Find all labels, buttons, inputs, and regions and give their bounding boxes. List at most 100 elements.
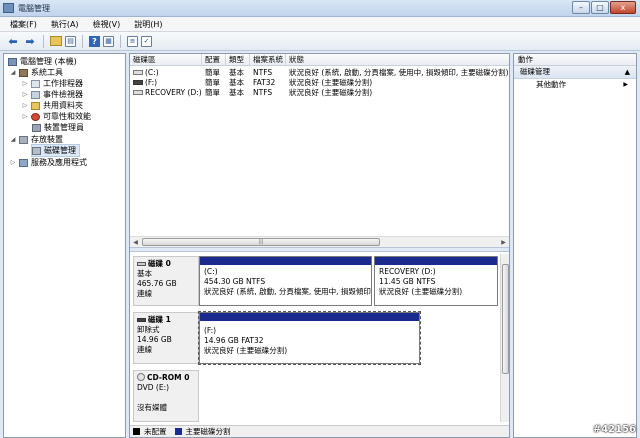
show-action-pane-icon[interactable]: ✓ [141, 35, 152, 47]
disk-0-label[interactable]: 磁碟 0 基本 465.76 GB 連線 [133, 256, 199, 306]
window-controls: – □ x [572, 1, 636, 14]
export-list-icon[interactable]: ≡ [127, 35, 138, 47]
unallocated-swatch [133, 428, 140, 435]
more-actions-label: 其他動作 [536, 80, 566, 89]
expand-arrow-icon[interactable]: ▷ [22, 102, 28, 109]
tree-item-root[interactable]: 電腦管理 (本機) [8, 56, 77, 67]
tree-item-label: 電腦管理 (本機) [20, 57, 77, 66]
maximize-button[interactable]: □ [591, 1, 609, 14]
partition-label: (C:) [204, 267, 218, 276]
volume-name: (C:) [130, 68, 202, 78]
actions-section-disk-management[interactable]: 磁碟管理 ▲ [514, 66, 636, 79]
volume-status: 狀況良好 (主要磁碟分割) [289, 78, 373, 87]
partition-f[interactable]: (F:) 14.96 GB FAT32 狀況良好 (主要磁碟分割) [198, 311, 421, 365]
hard-disk-icon [137, 262, 146, 266]
disk-management-pane: 磁碟區 配置 類型 檔案系統 狀態 (C:) 簡單 基本 NTFS 狀況良好 (… [129, 53, 510, 438]
scroll-right-icon[interactable]: ▶ [499, 238, 508, 247]
table-row[interactable]: (F:) 簡單 基本 FAT32 狀況良好 (主要磁碟分割) [130, 78, 509, 88]
tree-item-reliability[interactable]: ▷ 可靠性和效能 [22, 111, 91, 122]
column-header-layout[interactable]: 配置 [202, 54, 226, 65]
back-arrow-icon[interactable]: ⬅ [6, 34, 20, 48]
disk-1-label[interactable]: 磁碟 1 卸除式 14.96 GB 連線 [133, 312, 199, 364]
cdrom-0-label[interactable]: CD-ROM 0 DVD (E:) 沒有媒體 [133, 370, 199, 422]
menu-help[interactable]: 說明(H) [134, 19, 162, 30]
disk-size [137, 393, 195, 403]
volume-type: 基本 [229, 88, 244, 97]
storage-icon [19, 135, 28, 144]
show-hide-tree-icon[interactable]: ▤ [65, 35, 76, 47]
scrollbar-thumb[interactable] [502, 264, 509, 374]
submenu-arrow-icon: ▶ [623, 81, 628, 88]
volume-name: (F:) [130, 78, 202, 88]
minimize-button[interactable]: – [572, 1, 590, 14]
table-row[interactable]: (C:) 簡單 基本 NTFS 狀況良好 (系統, 啟動, 分頁檔案, 使用中,… [130, 68, 509, 78]
vertical-scrollbar[interactable] [500, 254, 509, 422]
primary-partition-swatch [174, 428, 182, 435]
tree-item-task-scheduler[interactable]: ▷ 工作排程器 [22, 78, 83, 89]
forward-arrow-icon[interactable]: ➡ [23, 34, 37, 48]
volume-status: 狀況良好 (系統, 啟動, 分頁檔案, 使用中, 損毀傾印, 主要磁碟分割) [289, 68, 509, 77]
partition-text: RECOVERY (D:) 11.45 GB NTFS 狀況良好 (主要磁碟分割… [379, 267, 462, 297]
column-header-filesystem[interactable]: 檔案系統 [250, 54, 286, 65]
menu-view[interactable]: 檢視(V) [93, 19, 121, 30]
more-actions-item[interactable]: 其他動作 ▶ [514, 79, 636, 91]
partition-label: RECOVERY (D:) [379, 267, 436, 276]
column-header-type[interactable]: 類型 [226, 54, 250, 65]
removable-drive-icon [133, 80, 143, 85]
tree-item-event-viewer[interactable]: ▷ 事件檢視器 [22, 89, 83, 100]
tree-item-device-manager[interactable]: 裝置管理員 [32, 122, 84, 133]
disk-name: 磁碟 0 [148, 259, 171, 268]
legend-bar: 未配置 主要磁碟分割 [130, 425, 509, 437]
volume-status: 狀況良好 (主要磁碟分割) [289, 88, 373, 97]
collapse-arrow-icon[interactable]: ◢ [10, 69, 16, 76]
partition-status: 狀況良好 (主要磁碟分割) [204, 346, 288, 355]
tools-icon [19, 68, 28, 77]
partition-c[interactable]: (C:) 454.30 GB NTFS 狀況良好 (系統, 啟動, 分頁檔案, … [199, 256, 372, 306]
close-button[interactable]: x [610, 1, 636, 14]
scroll-left-icon[interactable]: ◀ [131, 238, 140, 247]
tree-item-label: 可靠性和效能 [43, 112, 91, 121]
volume-filesystem: FAT32 [253, 78, 276, 87]
drive-icon [133, 70, 143, 75]
tree-item-disk-management[interactable]: 磁碟管理 [31, 144, 80, 157]
actions-pane: 動作 磁碟管理 ▲ 其他動作 ▶ [513, 53, 637, 438]
table-row[interactable]: RECOVERY (D:) 簡單 基本 NTFS 狀況良好 (主要磁碟分割) [130, 88, 509, 98]
event-log-icon [31, 90, 40, 99]
tree-item-label: 存放裝置 [31, 135, 63, 144]
primary-partition-bar [200, 313, 419, 321]
collapse-up-icon[interactable]: ▲ [625, 66, 630, 78]
title-bar: 電腦管理 – □ x [0, 0, 640, 17]
disk-type: 基本 [137, 269, 152, 278]
volume-filesystem: NTFS [253, 88, 273, 97]
expand-arrow-icon[interactable]: ▷ [22, 80, 28, 87]
tree-item-label: 磁碟管理 [44, 146, 76, 155]
collapse-arrow-icon[interactable]: ◢ [10, 136, 16, 143]
column-header-volume[interactable]: 磁碟區 [130, 54, 202, 65]
properties-icon[interactable]: ▦ [103, 35, 114, 47]
up-folder-icon[interactable] [50, 36, 62, 46]
tree-item-services[interactable]: ▷ 服務及應用程式 [10, 157, 87, 168]
expand-arrow-icon[interactable]: ▷ [10, 159, 16, 166]
expand-arrow-icon[interactable]: ▷ [22, 113, 28, 120]
tree-item-system-tools[interactable]: ◢ 系統工具 [10, 67, 63, 78]
toolbar: ⬅ ➡ ▤ ? ▦ ≡ ✓ [0, 32, 640, 51]
column-header-status[interactable]: 狀態 [286, 54, 509, 65]
toolbar-separator [43, 34, 44, 48]
expand-arrow-icon[interactable]: ▷ [22, 91, 28, 98]
horizontal-scrollbar[interactable]: ◀ ||| ▶ [130, 236, 509, 247]
tree-item-storage[interactable]: ◢ 存放裝置 [10, 134, 63, 145]
help-icon[interactable]: ? [89, 35, 100, 47]
disk-name: CD-ROM 0 [147, 373, 190, 382]
menu-action[interactable]: 執行(A) [51, 19, 79, 30]
cd-drive-icon [137, 373, 145, 381]
tree-item-shared-folders[interactable]: ▷ 共用資料夾 [22, 100, 83, 111]
partition-recovery[interactable]: RECOVERY (D:) 11.45 GB NTFS 狀況良好 (主要磁碟分割… [374, 256, 498, 306]
graphical-disk-view: 磁碟 0 基本 465.76 GB 連線 (C:) 454.30 GB NTFS… [130, 252, 509, 424]
console-tree: 電腦管理 (本機) ◢ 系統工具 ▷ 工作排程器 ▷ 事件檢視器 ▷ 共用資料夾… [3, 53, 126, 438]
scrollbar-thumb[interactable]: ||| [142, 238, 380, 246]
menu-file[interactable]: 檔案(F) [10, 19, 37, 30]
partition-size: 14.96 GB FAT32 [204, 336, 264, 345]
tree-item-label: 裝置管理員 [44, 123, 84, 132]
partition-status: 狀況良好 (系統, 啟動, 分頁檔案, 使用中, 損毀傾印 [204, 287, 371, 296]
volume-type: 基本 [229, 68, 244, 77]
